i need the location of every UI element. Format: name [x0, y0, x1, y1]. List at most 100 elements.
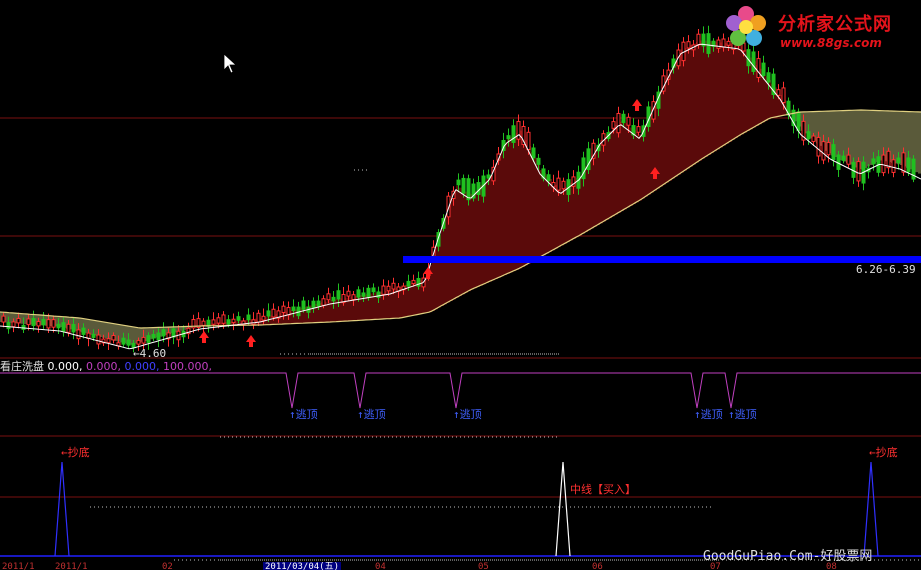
escape-top-signal: ↑逃顶 [453, 408, 482, 421]
band-slice [708, 41, 711, 155]
candle-body [151, 333, 156, 339]
candle-body [461, 177, 466, 194]
candle-body [806, 131, 811, 140]
band-slice [855, 110, 858, 168]
band-slice [732, 44, 735, 140]
band-slice [486, 179, 489, 283]
indicator-value-1: 0.000, [47, 360, 83, 373]
candle-body [556, 177, 561, 191]
candle-body [621, 113, 626, 124]
band-slice [465, 191, 468, 293]
band-slice [462, 189, 465, 295]
candle-body [906, 157, 911, 173]
date-tick: 02 [162, 562, 173, 570]
date-tick: 04 [375, 562, 386, 570]
candle-body [361, 292, 366, 297]
band-slice [9, 312, 12, 323]
band-slice [540, 170, 543, 257]
band-slice [672, 66, 675, 179]
candle-body [311, 300, 316, 308]
band-slice [414, 281, 417, 316]
candle-body [826, 142, 831, 156]
candle-body [261, 315, 266, 321]
band-slice [516, 132, 519, 270]
candle-body [351, 294, 356, 300]
candle-body [11, 321, 16, 328]
candle-body [156, 332, 161, 341]
band-slice [564, 187, 567, 244]
band-slice [735, 44, 738, 139]
band-slice [633, 129, 636, 205]
band-slice [468, 193, 471, 292]
band-slice [528, 146, 531, 264]
candle-body [51, 319, 56, 328]
band-slice [552, 182, 555, 251]
candle-body [291, 306, 296, 312]
brand-title: 分析家公式网 [778, 14, 892, 35]
buy-bottom-signal: ←抄底 [61, 446, 90, 459]
band-slice [411, 282, 414, 316]
candle-body [381, 285, 386, 295]
candle-body [516, 121, 521, 140]
chart-canvas[interactable] [0, 0, 921, 570]
candle-body [246, 314, 251, 321]
candle-body [201, 320, 206, 326]
candle-body [141, 336, 146, 344]
band-slice [471, 194, 474, 290]
band-slice [684, 48, 687, 171]
candle-body [686, 41, 691, 49]
band-slice [723, 42, 726, 146]
candle-body [776, 89, 781, 96]
candle-body [281, 305, 286, 314]
candle-body [371, 287, 376, 293]
indicator-lines [0, 372, 921, 409]
candle-body [896, 157, 901, 164]
band-slice [663, 84, 666, 185]
band-slice [489, 176, 492, 282]
candle-body [231, 318, 236, 324]
candle-body [91, 333, 96, 338]
band-slice [534, 158, 537, 261]
band-slice [696, 42, 699, 163]
candle-body [626, 116, 631, 126]
date-tick: 2011/1 [2, 562, 35, 570]
candle-body [256, 312, 261, 323]
band-slice [519, 130, 522, 269]
band-slice [504, 142, 507, 276]
candle-body [816, 136, 821, 157]
candle-body [36, 321, 41, 327]
band-slice [738, 44, 741, 137]
band-slice [591, 155, 594, 229]
band-slice [480, 185, 483, 286]
band-slice [678, 54, 681, 175]
band-slice [609, 131, 612, 219]
escape-top-signal: ↑逃顶 [728, 408, 757, 421]
candle-body [476, 182, 481, 195]
candle-body [751, 51, 756, 72]
candle-body [841, 155, 846, 161]
band-slice [717, 42, 720, 150]
band-slice [543, 173, 546, 256]
candle-body [386, 285, 391, 292]
mouse-cursor-icon [223, 53, 238, 74]
candle-body [1, 315, 6, 323]
candle-body [376, 291, 381, 298]
band-slice [558, 188, 561, 248]
candle-body [31, 318, 36, 327]
brand-url: www.88gs.com [780, 36, 882, 50]
date-cursor-tick: 2011/03/04(五) [263, 562, 342, 570]
band-slice [492, 170, 495, 281]
candle-body [761, 62, 766, 77]
candle-body [316, 300, 321, 307]
band-slice [459, 187, 462, 297]
candle-body [76, 329, 81, 340]
indicator-header[interactable]: 看庄洗盘 0.000, 0.000, 0.000, 100.000, [0, 361, 212, 373]
band-slice [594, 150, 597, 227]
date-tick: 2011/1 [55, 562, 88, 570]
band-slice [699, 40, 702, 161]
candle-body [821, 141, 826, 161]
up-arrow-icon [632, 99, 642, 111]
band-slice [510, 136, 513, 273]
candle-body [126, 339, 131, 346]
candle-body [781, 87, 786, 104]
